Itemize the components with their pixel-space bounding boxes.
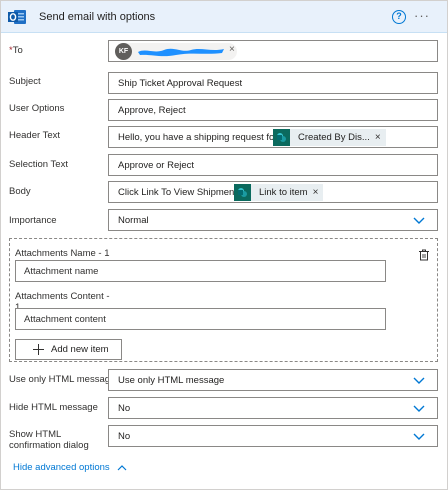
- chevron-down-icon[interactable]: [413, 433, 425, 441]
- chevron-down-icon[interactable]: [413, 405, 425, 413]
- help-icon[interactable]: ?: [392, 10, 406, 24]
- chevron-down-icon[interactable]: [413, 377, 425, 385]
- user-options-label: User Options: [9, 103, 65, 114]
- attachment-content-input-box[interactable]: [15, 308, 386, 330]
- attachment-content-label-line1: Attachments Content -: [15, 291, 110, 302]
- attachment-content-input[interactable]: [24, 314, 374, 325]
- hide-advanced-options-link[interactable]: Hide advanced options: [13, 462, 127, 473]
- subject-label: Subject: [9, 76, 41, 87]
- body-label: Body: [9, 186, 31, 197]
- hide-html-label: Hide HTML message: [9, 402, 98, 413]
- add-new-item-button[interactable]: Add new item: [15, 339, 122, 360]
- selection-text-label: Selection Text: [9, 159, 68, 170]
- show-html-confirmation-label: Show HTML confirmation dialog: [9, 429, 89, 451]
- header-text-value: Hello, you have a shipping request for: [118, 132, 278, 143]
- use-only-html-dropdown[interactable]: Use only HTML message: [108, 369, 438, 391]
- attachment-name-input-box[interactable]: [15, 260, 386, 282]
- body-value: Click Link To View Shipment: [118, 187, 237, 198]
- to-label: *To: [9, 45, 23, 56]
- outlook-icon: [8, 10, 26, 24]
- attachment-name-label: Attachments Name - 1: [15, 248, 110, 259]
- show-html-confirmation-label-line1: Show HTML: [9, 429, 62, 440]
- selection-text-field[interactable]: Approve or Reject: [108, 154, 438, 176]
- action-card: Send email with options ? ··· *To KF × S…: [0, 0, 448, 490]
- show-html-confirmation-dropdown[interactable]: No: [108, 425, 438, 447]
- user-options-field[interactable]: Approve, Reject: [108, 99, 438, 121]
- importance-value: Normal: [118, 215, 149, 226]
- redacted-recipient: [138, 48, 224, 57]
- show-html-confirmation-value: No: [118, 431, 131, 442]
- hide-html-value: No: [118, 403, 131, 414]
- add-new-item-label: Add new item: [51, 344, 109, 355]
- hide-advanced-options-label: Hide advanced options: [13, 462, 110, 473]
- attachments-group: Attachments Name - 1 Attachments Content…: [9, 238, 438, 362]
- selection-text-value: Approve or Reject: [118, 160, 195, 171]
- subject-field[interactable]: Ship Ticket Approval Request: [108, 72, 438, 94]
- importance-label: Importance: [9, 215, 57, 226]
- token-label: Link to item: [259, 187, 308, 198]
- card-header[interactable]: Send email with options ? ···: [1, 1, 447, 33]
- delete-icon[interactable]: [418, 249, 430, 261]
- remove-token-icon[interactable]: ×: [313, 187, 324, 198]
- avatar: KF: [115, 43, 132, 60]
- header-text-label: Header Text: [9, 130, 61, 141]
- recipient-chip: KF ×: [115, 43, 237, 60]
- sharepoint-icon: [273, 129, 290, 146]
- use-only-html-value: Use only HTML message: [118, 375, 225, 386]
- sharepoint-icon: [234, 184, 251, 201]
- plus-icon: [33, 344, 44, 355]
- subject-value: Ship Ticket Approval Request: [118, 78, 243, 89]
- importance-dropdown[interactable]: Normal: [108, 209, 438, 231]
- dynamic-token-link-to-item[interactable]: Link to item ×: [234, 184, 324, 201]
- show-html-confirmation-label-line2: confirmation dialog: [9, 440, 89, 451]
- to-field[interactable]: KF ×: [108, 40, 438, 62]
- attachment-name-input[interactable]: [24, 266, 374, 277]
- token-label: Created By Dis...: [298, 132, 370, 143]
- dynamic-token-created-by[interactable]: Created By Dis... ×: [273, 129, 386, 146]
- chevron-up-icon: [117, 464, 127, 470]
- header-text-field[interactable]: Hello, you have a shipping request for C…: [108, 126, 438, 148]
- user-options-value: Approve, Reject: [118, 105, 186, 116]
- remove-token-icon[interactable]: ×: [375, 132, 386, 143]
- card-title: Send email with options: [39, 11, 156, 23]
- chevron-down-icon[interactable]: [413, 217, 425, 225]
- remove-recipient-icon[interactable]: ×: [229, 44, 235, 55]
- use-only-html-label: Use only HTML message: [9, 374, 116, 385]
- to-label-text: To: [12, 45, 23, 56]
- more-options-icon[interactable]: ···: [414, 9, 432, 23]
- body-field[interactable]: Click Link To View Shipment Link to item…: [108, 181, 438, 203]
- hide-html-dropdown[interactable]: No: [108, 397, 438, 419]
